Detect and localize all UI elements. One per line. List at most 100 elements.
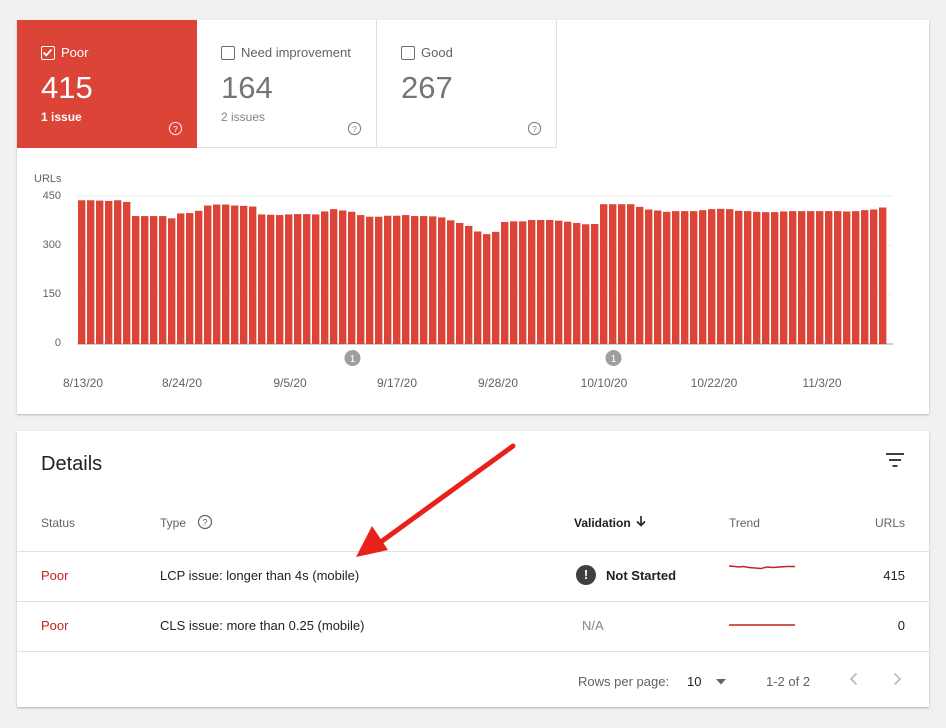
chart-bar[interactable] [186, 213, 194, 344]
chart-bar[interactable] [771, 212, 779, 344]
chart-bar[interactable] [573, 222, 581, 344]
chart-bar[interactable] [519, 221, 527, 344]
chart-bar[interactable] [213, 204, 221, 344]
chart-bar[interactable] [132, 216, 140, 344]
chart-bar[interactable] [717, 208, 725, 344]
chart-bar[interactable] [861, 210, 869, 344]
chart-bar[interactable] [276, 215, 284, 344]
chart-bar[interactable] [618, 204, 626, 344]
chart-bar[interactable] [141, 216, 149, 344]
chart-bar[interactable] [492, 231, 500, 344]
chart-bar[interactable] [663, 211, 671, 344]
chart-bar[interactable] [753, 211, 761, 344]
chart-bar[interactable] [222, 204, 230, 344]
chart-bar[interactable] [780, 211, 788, 344]
chart-bar[interactable] [303, 214, 311, 344]
chart-bar[interactable] [690, 211, 698, 344]
chart-bar[interactable] [114, 200, 122, 344]
chart-bar[interactable] [384, 215, 392, 344]
chart-bar[interactable] [600, 204, 608, 344]
chart-bar[interactable] [150, 216, 158, 344]
rows-per-page-select[interactable]: 10 [687, 674, 701, 689]
header-type[interactable]: Type [160, 516, 186, 530]
chart-bar[interactable] [447, 220, 455, 344]
annotation-marker[interactable]: 1 [605, 350, 622, 366]
chart-bar[interactable] [438, 217, 446, 344]
chart-bar[interactable] [852, 211, 860, 344]
chart-bar[interactable] [249, 206, 257, 344]
table-row[interactable]: Poor LCP issue: longer than 4s (mobile) … [17, 552, 929, 601]
chart-bar[interactable] [258, 214, 266, 344]
chart-bar[interactable] [825, 211, 833, 344]
header-trend[interactable]: Trend [729, 516, 760, 530]
table-row[interactable]: Poor CLS issue: more than 0.25 (mobile) … [17, 602, 929, 651]
chart-bar[interactable] [267, 214, 275, 344]
chart-bar[interactable] [726, 209, 734, 344]
previous-page-icon[interactable] [846, 671, 862, 687]
chart-bar[interactable] [681, 211, 689, 344]
chart-bar[interactable] [159, 216, 167, 344]
chart-bar[interactable] [312, 214, 320, 344]
chart-bar[interactable] [96, 200, 104, 344]
chart-bar[interactable] [510, 221, 518, 344]
chart-bar[interactable] [834, 211, 842, 344]
chart-bar[interactable] [429, 216, 437, 344]
chart-bar[interactable] [501, 221, 509, 344]
chart-bar[interactable] [78, 200, 86, 344]
chart-bar[interactable] [708, 209, 716, 344]
chart-bar[interactable] [105, 200, 113, 344]
chart-bar[interactable] [411, 216, 419, 344]
chart-bar[interactable] [762, 212, 770, 344]
header-urls[interactable]: URLs [875, 516, 905, 530]
chart-bar[interactable] [546, 220, 554, 344]
next-page-icon[interactable] [889, 671, 905, 687]
chart-bar[interactable] [537, 220, 545, 344]
chart-bar[interactable] [321, 211, 329, 344]
chart-bar[interactable] [645, 209, 653, 344]
chart-bar[interactable] [330, 209, 338, 344]
chart-bar[interactable] [843, 211, 851, 344]
chart-bar[interactable] [636, 206, 644, 344]
chart-bar[interactable] [789, 211, 797, 344]
annotation-marker[interactable]: 1 [344, 350, 361, 366]
chart-bar[interactable] [609, 204, 617, 344]
chart-bar[interactable] [807, 211, 815, 344]
chart-bar[interactable] [816, 211, 824, 344]
chart-bar[interactable] [879, 207, 887, 344]
chart-bar[interactable] [456, 222, 464, 344]
chart-bar[interactable] [204, 205, 212, 344]
chart-bar[interactable] [654, 210, 662, 344]
arrow-down-icon[interactable] [635, 515, 647, 527]
chart-bar[interactable] [285, 214, 293, 344]
chart-bar[interactable] [735, 210, 743, 344]
chart-bar[interactable] [375, 216, 383, 344]
chart-bar[interactable] [240, 205, 248, 344]
chart-bar[interactable] [393, 215, 401, 344]
chart-bar[interactable] [555, 220, 563, 344]
chart-bar[interactable] [744, 211, 752, 344]
chart-bar[interactable] [870, 209, 878, 344]
chart-bar[interactable] [195, 210, 203, 344]
chart-bar[interactable] [627, 204, 635, 344]
chart-bar[interactable] [87, 200, 95, 344]
chart-bar[interactable] [483, 234, 491, 344]
help-icon[interactable]: ? [197, 514, 213, 530]
header-status[interactable]: Status [41, 516, 75, 530]
chart-bar[interactable] [294, 214, 302, 344]
chart-bar[interactable] [528, 220, 536, 344]
chart-bar[interactable] [168, 218, 176, 344]
chart-bar[interactable] [798, 211, 806, 344]
chart-bar[interactable] [402, 215, 410, 344]
chart-bar[interactable] [231, 205, 239, 344]
chart-bar[interactable] [672, 211, 680, 344]
chart-bar[interactable] [339, 210, 347, 344]
chart-bar[interactable] [366, 216, 374, 344]
dropdown-icon[interactable] [715, 678, 727, 686]
chart-bar[interactable] [465, 225, 473, 344]
chart-bar[interactable] [357, 215, 365, 344]
chart-bar[interactable] [582, 224, 590, 344]
chart-bar[interactable] [564, 221, 572, 344]
chart-bar[interactable] [177, 213, 185, 344]
chart-bar[interactable] [699, 210, 707, 344]
chart-bar[interactable] [420, 216, 428, 344]
